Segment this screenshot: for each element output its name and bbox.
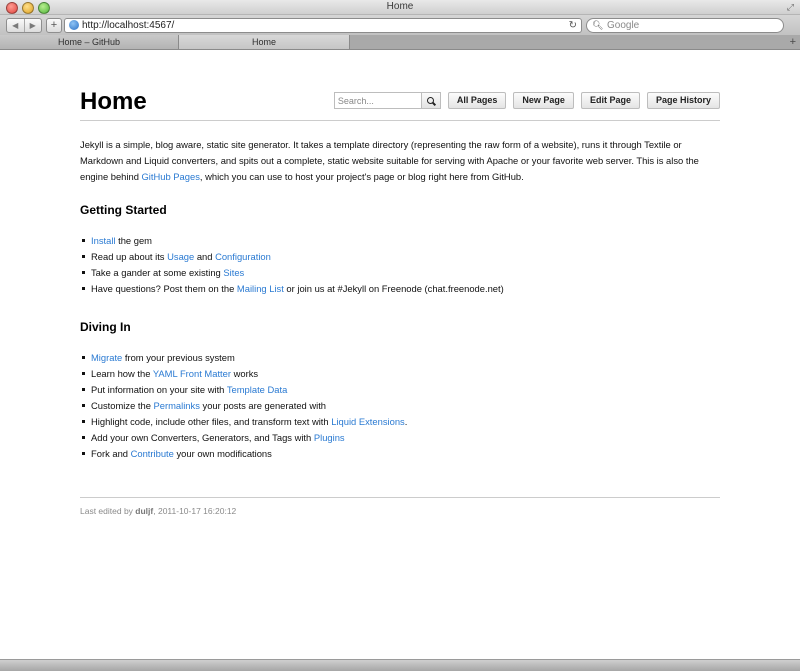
install-link[interactable]: Install <box>91 235 116 246</box>
wiki-search-button[interactable] <box>420 92 441 109</box>
list-item: Fork and Contribute your own modificatio… <box>82 446 720 462</box>
list-item: Read up about its Usage and Configuratio… <box>82 249 720 265</box>
globe-icon <box>69 20 79 30</box>
window-titlebar: Home ⤢ <box>0 0 800 15</box>
getting-started-list: Install the gem Read up about its Usage … <box>80 233 720 297</box>
back-button[interactable]: ◀ <box>7 19 25 32</box>
diving-in-list: Migrate from your previous system Learn … <box>80 350 720 462</box>
search-icon: 🔍︎ <box>592 20 604 30</box>
yaml-front-matter-link[interactable]: YAML Front Matter <box>153 368 231 379</box>
search-icon <box>426 96 435 105</box>
url-text[interactable]: http://localhost:4567/ <box>82 19 174 32</box>
permalinks-link[interactable]: Permalinks <box>154 400 200 411</box>
page-title: Home <box>80 88 147 115</box>
tab-home[interactable]: Home <box>179 35 350 49</box>
list-item: Have questions? Post them on the Mailing… <box>82 281 720 297</box>
footer-prefix: Last edited by <box>80 506 136 516</box>
edit-page-button[interactable]: Edit Page <box>580 92 640 109</box>
reload-icon[interactable]: ↻ <box>569 19 577 32</box>
list-item: Highlight code, include other files, and… <box>82 414 720 430</box>
contribute-link[interactable]: Contribute <box>131 448 174 459</box>
nav-buttons: ◀ ▶ <box>6 18 42 33</box>
usage-link[interactable]: Usage <box>167 251 194 262</box>
wiki-search-input[interactable] <box>333 92 421 109</box>
page-controls: All Pages New Page Edit Page Page Histor… <box>333 92 720 109</box>
plugins-link[interactable]: Plugins <box>314 432 345 443</box>
browser-toolbar: ◀ ▶ + http://localhost:4567/ ↻ 🔍︎ Google <box>0 15 800 35</box>
list-item: Install the gem <box>82 233 720 249</box>
page-history-button[interactable]: Page History <box>646 92 720 109</box>
page-content: Jekyll is a simple, blog aware, static s… <box>80 137 720 516</box>
window-title: Home <box>386 1 414 12</box>
add-bookmark-button[interactable]: + <box>46 18 62 33</box>
intro-text-end: , which you can use to host your project… <box>199 171 524 182</box>
new-page-button[interactable]: New Page <box>513 92 574 109</box>
migrate-link[interactable]: Migrate <box>91 352 122 363</box>
footer-author: duljf <box>135 506 154 516</box>
browser-search-field[interactable]: 🔍︎ Google <box>586 18 784 33</box>
fullscreen-icon[interactable]: ⤢ <box>787 2 794 13</box>
forward-button[interactable]: ▶ <box>25 19 42 32</box>
getting-started-heading: Getting Started <box>80 203 167 217</box>
list-item: Take a gander at some existing Sites <box>82 265 720 281</box>
list-item: Migrate from your previous system <box>82 350 720 366</box>
tab-bar: Home – GitHub Home + <box>0 35 800 50</box>
github-pages-link[interactable]: GitHub Pages <box>142 171 200 182</box>
list-item: Put information on your site with Templa… <box>82 382 720 398</box>
liquid-extensions-link[interactable]: Liquid Extensions <box>331 416 405 427</box>
new-tab-plus-icon[interactable]: + <box>790 35 796 49</box>
browser-search-placeholder: Google <box>607 20 640 31</box>
list-item: Add your own Converters, Generators, and… <box>82 430 720 446</box>
list-item: Learn how the YAML Front Matter works <box>82 366 720 382</box>
page-header: Home All Pages New Page Edit Page Page H… <box>80 86 720 121</box>
diving-in-heading: Diving In <box>80 320 131 334</box>
wiki-page: Home All Pages New Page Edit Page Page H… <box>80 86 720 516</box>
configuration-link[interactable]: Configuration <box>215 251 271 262</box>
tab-home-github[interactable]: Home – GitHub <box>0 35 179 49</box>
all-pages-button[interactable]: All Pages <box>447 92 507 109</box>
intro-paragraph: Jekyll is a simple, blog aware, static s… <box>80 137 720 185</box>
last-edited-footer: Last edited by duljf, 2011-10-17 16:20:1… <box>80 497 720 516</box>
footer-timestamp: , 2011-10-17 16:20:12 <box>153 506 237 516</box>
status-bar <box>0 659 800 671</box>
sites-link[interactable]: Sites <box>223 267 244 278</box>
mailing-list-link[interactable]: Mailing List <box>237 283 284 294</box>
list-item: Customize the Permalinks your posts are … <box>82 398 720 414</box>
template-data-link[interactable]: Template Data <box>227 384 287 395</box>
address-bar[interactable]: http://localhost:4567/ ↻ <box>64 18 582 33</box>
